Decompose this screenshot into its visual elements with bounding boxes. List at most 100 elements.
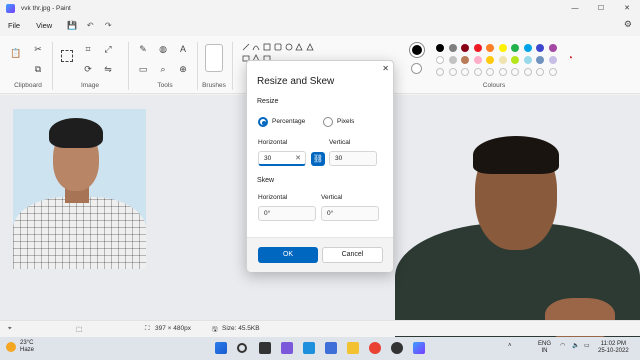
color-swatch[interactable] <box>498 56 507 64</box>
color-swatch[interactable] <box>548 44 557 52</box>
color-swatch[interactable] <box>486 44 494 52</box>
color-swatch[interactable] <box>486 56 494 64</box>
pixels-radio[interactable] <box>323 117 333 127</box>
text-icon[interactable]: A <box>178 44 188 54</box>
color-swatch[interactable] <box>436 56 444 64</box>
color-swatch[interactable] <box>461 44 469 52</box>
menu-bar: File View 💾 ↶ ↷ ⚙ <box>0 16 640 34</box>
dialog-title: Resize and Skew <box>257 76 335 87</box>
file-explorer-icon[interactable] <box>347 342 359 354</box>
custom-color-slot[interactable] <box>473 68 482 76</box>
language-indicator[interactable]: ENG IN <box>538 341 551 355</box>
search-icon[interactable] <box>237 343 247 353</box>
ok-button[interactable]: OK <box>258 247 318 263</box>
chrome-icon[interactable] <box>369 342 381 354</box>
menu-file[interactable]: File <box>8 21 20 30</box>
color-swatch[interactable] <box>448 44 457 52</box>
chat-icon[interactable] <box>281 342 293 354</box>
redo-icon[interactable]: ↷ <box>102 19 114 31</box>
clock[interactable]: 11:02 PM 25-10-2022 <box>598 341 629 355</box>
paint-taskbar-icon[interactable] <box>413 342 425 354</box>
weather-widget[interactable]: 23°C Haze <box>6 340 34 354</box>
pencil-icon[interactable]: ✎ <box>138 44 148 54</box>
color-picker-icon[interactable]: ⌕ <box>158 64 168 74</box>
task-view-icon[interactable] <box>259 342 271 354</box>
start-icon[interactable] <box>215 342 227 354</box>
close-window-button[interactable]: ✕ <box>614 0 640 16</box>
custom-color-slot[interactable] <box>523 68 532 76</box>
color-swatch[interactable] <box>473 56 482 64</box>
secondary-color-swatch[interactable] <box>411 63 422 74</box>
menu-view[interactable]: View <box>36 21 52 30</box>
custom-color-slot[interactable] <box>486 68 494 76</box>
color-swatch[interactable] <box>523 44 532 52</box>
weather-sun-icon <box>6 342 16 352</box>
color-swatch[interactable] <box>511 44 519 52</box>
clipboard-group-label: Clipboard <box>14 82 42 89</box>
minimize-button[interactable]: — <box>562 0 588 16</box>
flip-icon[interactable]: ⇋ <box>103 64 113 74</box>
color-swatch[interactable] <box>473 44 482 52</box>
settings-icon[interactable]: ⚙ <box>624 19 632 30</box>
resize-skew-dialog: ✕ Resize and Skew Resize Percentage Pixe… <box>246 60 394 272</box>
clock-time: 11:02 PM <box>600 341 626 347</box>
skew-vertical-input[interactable]: 0° <box>321 206 379 221</box>
crop-icon[interactable]: ⌗ <box>83 44 93 54</box>
cancel-button[interactable]: Cancel <box>322 247 383 263</box>
color-swatch[interactable] <box>536 56 544 64</box>
color-swatch[interactable] <box>511 56 519 64</box>
pixels-label: Pixels <box>337 118 355 125</box>
clock-date: 25-10-2022 <box>598 348 629 354</box>
rotate-icon[interactable]: ⟳ <box>83 64 93 74</box>
wifi-icon[interactable]: ◠ <box>560 343 565 350</box>
skew-vertical-value: 0° <box>327 210 334 217</box>
chevron-up-icon[interactable]: ˄ <box>508 343 512 350</box>
paste-icon[interactable]: 📋 <box>10 48 21 58</box>
brushes-button[interactable] <box>205 44 223 72</box>
custom-color-slot[interactable] <box>436 68 444 76</box>
magnifier-icon[interactable]: ⊕ <box>178 64 188 74</box>
custom-color-slot[interactable] <box>548 68 557 76</box>
resize-horizontal-input[interactable]: 30 ✕ <box>258 151 306 166</box>
custom-color-slot[interactable] <box>536 68 544 76</box>
mail-icon[interactable] <box>325 342 337 354</box>
cut-icon[interactable]: ✂ <box>33 44 43 54</box>
brushes-group-label: Brushes <box>202 82 226 89</box>
custom-color-slot[interactable] <box>448 68 457 76</box>
primary-color-swatch[interactable] <box>410 43 424 57</box>
custom-color-slot[interactable] <box>498 68 507 76</box>
cursor-icon: ⌖ <box>8 325 12 332</box>
color-swatch[interactable] <box>448 56 457 64</box>
volume-icon[interactable]: 🔈 <box>572 343 579 350</box>
dialog-close-icon[interactable]: ✕ <box>382 64 389 73</box>
resize-icon[interactable]: ⤢ <box>103 44 113 54</box>
color-swatch[interactable] <box>436 44 444 52</box>
fill-icon[interactable]: ◍ <box>158 44 168 54</box>
copy-icon[interactable]: ⧉ <box>33 64 43 74</box>
percentage-radio[interactable] <box>258 117 268 127</box>
save-icon[interactable]: 💾 <box>66 19 78 31</box>
color-swatch[interactable] <box>523 56 532 64</box>
undo-icon[interactable]: ↶ <box>84 19 96 31</box>
app-icon[interactable] <box>391 342 403 354</box>
skew-section-label: Skew <box>257 177 275 184</box>
color-swatch[interactable] <box>461 56 469 64</box>
custom-color-slot[interactable] <box>461 68 469 76</box>
edit-colors-icon[interactable]: ◔ <box>565 54 575 64</box>
select-icon[interactable] <box>61 50 73 62</box>
image-size-icon: ⛶ <box>145 325 150 332</box>
color-swatch[interactable] <box>498 44 507 52</box>
color-swatch[interactable] <box>536 44 544 52</box>
battery-icon[interactable]: ▭ <box>584 343 590 350</box>
maintain-aspect-ratio-icon[interactable]: ⛓ <box>311 152 325 166</box>
clear-input-icon[interactable]: ✕ <box>295 152 301 165</box>
colors-group-label: Colours <box>482 82 506 89</box>
skew-horizontal-input[interactable]: 0° <box>258 206 316 221</box>
maximize-button[interactable]: ☐ <box>588 0 614 16</box>
edge-icon[interactable] <box>303 342 315 354</box>
eraser-icon[interactable]: ▭ <box>138 64 148 74</box>
custom-color-slot[interactable] <box>511 68 519 76</box>
color-swatch[interactable] <box>548 56 557 64</box>
resize-vertical-input[interactable]: 30 <box>329 151 377 166</box>
canvas-image[interactable] <box>13 109 146 269</box>
